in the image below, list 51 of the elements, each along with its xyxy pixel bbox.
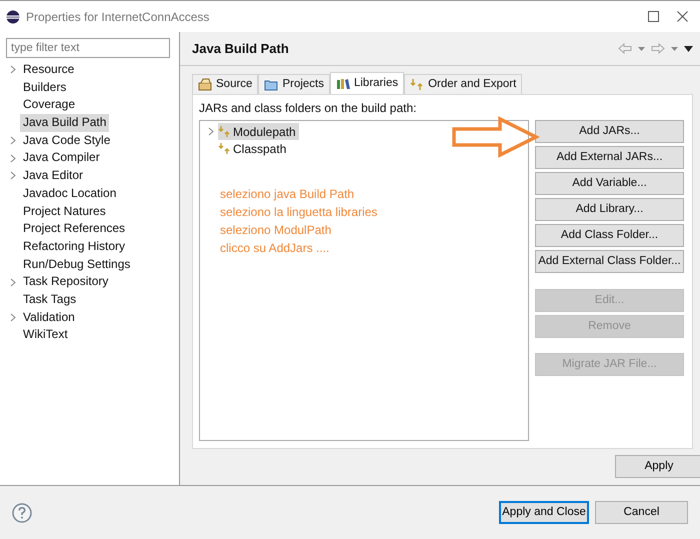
- footer-button[interactable]: Apply and Close: [499, 501, 589, 524]
- action-button[interactable]: Add JARs...: [535, 120, 684, 143]
- back-icon: [618, 43, 632, 54]
- dropdown-icon: [671, 46, 678, 50]
- sidebar-item[interactable]: Validation: [20, 308, 78, 326]
- action-button[interactable]: Add Class Folder...: [535, 224, 684, 247]
- tab[interactable]: Libraries: [330, 72, 404, 94]
- action-button[interactable]: Add External JARs...: [535, 146, 684, 169]
- list-label: JARs and class folders on the build path:: [199, 100, 418, 117]
- folder-icon: [264, 78, 278, 91]
- footer-button[interactable]: Cancel: [595, 501, 688, 524]
- app-icon: [6, 10, 20, 24]
- tree-item[interactable]: Classpath: [218, 140, 290, 157]
- books-icon: [336, 77, 350, 90]
- sidebar-item[interactable]: Run/Debug Settings: [20, 256, 134, 274]
- action-button[interactable]: Add Library...: [535, 198, 684, 221]
- help-icon: [12, 502, 32, 522]
- arrows-icon: [218, 125, 230, 138]
- tab[interactable]: Projects: [258, 74, 330, 94]
- dropdown-icon: [638, 46, 645, 50]
- sidebar-item[interactable]: Project Natures: [20, 202, 109, 220]
- sidebar-item[interactable]: Javadoc Location: [20, 184, 120, 202]
- page-title: Java Build Path: [192, 40, 289, 58]
- sidebar-item[interactable]: Java Code Style: [20, 132, 114, 150]
- tab[interactable]: Source: [192, 74, 258, 94]
- tab[interactable]: Order and Export: [404, 74, 522, 94]
- sidebar-item[interactable]: WikiText: [20, 326, 71, 344]
- annotation-text: seleziono java Build Path seleziono la linguetta libraries seleziono ModulPath clicco su AddJars ....: [220, 186, 378, 257]
- close-icon: [677, 11, 688, 22]
- apply-button[interactable]: Apply: [615, 455, 700, 478]
- window-title: Properties for InternetConnAccess: [26, 8, 210, 26]
- arrows-icon: [218, 142, 230, 155]
- sidebar-item[interactable]: Resource: [20, 61, 78, 79]
- menu-icon: [684, 46, 693, 52]
- sidebar-item[interactable]: Refactoring History: [20, 238, 128, 256]
- package-icon: [198, 78, 212, 91]
- sidebar-item[interactable]: Java Editor: [20, 167, 86, 185]
- sidebar-item[interactable]: Java Build Path: [20, 114, 110, 132]
- action-button[interactable]: Add Variable...: [535, 172, 684, 195]
- arrows-icon: [410, 78, 424, 91]
- forward-icon: [651, 43, 665, 54]
- sidebar-item[interactable]: Task Repository: [20, 273, 112, 291]
- sidebar-item[interactable]: Java Compiler: [20, 149, 103, 168]
- filter-field[interactable]: type filter text: [6, 38, 170, 58]
- sidebar-item[interactable]: Project References: [20, 220, 128, 238]
- sidebar-item[interactable]: Coverage: [20, 96, 78, 114]
- action-button[interactable]: Add External Class Folder...: [535, 250, 684, 273]
- sidebar-item[interactable]: Builders: [20, 78, 70, 96]
- maximize-icon: [648, 11, 659, 22]
- tree-item[interactable]: Modulepath: [218, 123, 299, 140]
- sidebar-item[interactable]: Task Tags: [20, 290, 80, 309]
